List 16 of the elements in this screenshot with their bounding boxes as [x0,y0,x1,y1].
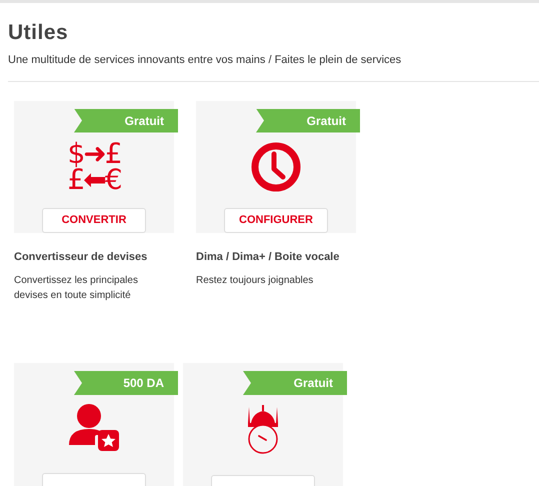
action-button[interactable]: CONVERTIR [42,208,146,232]
currency-exchange-icon: $➜£ £⬅€ [67,140,121,193]
price-ribbon: Gratuit [243,371,347,395]
clock-icon [250,140,302,193]
price-ribbon: Gratuit [256,108,360,132]
service-description: Convertissez les principales devises en toute simplicité [14,274,139,303]
page-title: Utiles [8,20,70,46]
mosque-clock-icon [245,403,281,455]
service-description: Restez toujours joignables [196,274,314,288]
service-name: Dima / Dima+ / Boite vocale [196,250,340,264]
user-star-icon [67,403,121,453]
page-subtitle: Une multitude de services innovants entre vos mains / Faites le plein de services [8,53,402,68]
price-ribbon: Gratuit [74,108,178,132]
price-ribbon: 500 DA [74,371,178,395]
action-button[interactable]: CONFIGURER [224,208,328,232]
service-name: Convertisseur de devises [14,250,148,264]
